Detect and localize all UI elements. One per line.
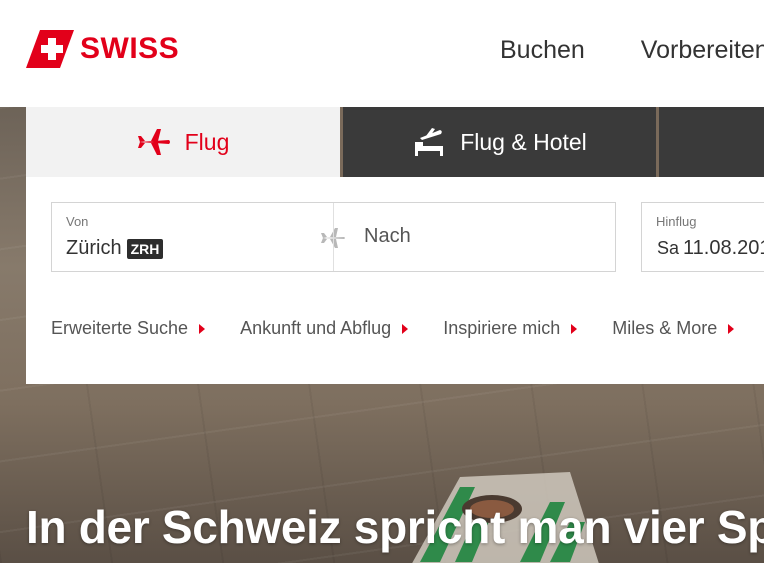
swiss-flag-icon	[26, 30, 74, 68]
caret-right-icon	[402, 323, 409, 334]
link-inspiriere-mich[interactable]: Inspiriere mich	[443, 318, 578, 339]
link-ankunft-abflug[interactable]: Ankunft und Abflug	[240, 318, 409, 339]
to-placeholder: Nach	[364, 225, 411, 247]
swiss-logo[interactable]: SWISS	[26, 30, 179, 68]
tab-flug-hotel[interactable]: Flug & Hotel	[340, 107, 656, 177]
from-code-badge: ZRH	[126, 238, 164, 259]
departure-day: Sa	[657, 238, 680, 258]
booking-tabs: Flug Flug & Hotel	[26, 107, 764, 177]
main-nav: Buchen Vorbereiten	[500, 36, 764, 65]
tab-flug-hotel-label: Flug & Hotel	[460, 128, 587, 155]
from-field[interactable]: Von Zürich ZRH	[52, 203, 333, 271]
booking-panel: Flug Flug & Hotel Von Zürich ZRH Nach Hi…	[26, 107, 764, 384]
site-header: SWISS Buchen Vorbereiten	[0, 0, 764, 107]
route-field-box: Von Zürich ZRH Nach	[51, 202, 616, 272]
caret-right-icon	[571, 323, 578, 334]
departure-date-field[interactable]: Hinflug Sa11.08.2018	[641, 202, 764, 272]
from-city: Zürich	[66, 237, 122, 259]
from-label: Von	[66, 214, 89, 229]
tab-flug[interactable]: Flug	[26, 107, 340, 177]
from-value: Zürich ZRH	[66, 237, 164, 260]
nav-item-vorbereiten[interactable]: Vorbereiten	[641, 36, 764, 65]
link-label: Inspiriere mich	[443, 318, 561, 338]
nav-item-buchen[interactable]: Buchen	[500, 36, 585, 65]
caret-right-icon	[728, 323, 735, 334]
search-links: Erweiterte Suche Ankunft und Abflug Insp…	[51, 318, 764, 339]
departure-value: Sa11.08.2018	[657, 237, 764, 260]
link-label: Erweiterte Suche	[51, 318, 189, 338]
brand-name: SWISS	[80, 32, 180, 65]
link-miles-more[interactable]: Miles & More	[612, 318, 735, 339]
airplane-icon	[137, 129, 170, 155]
to-field[interactable]: Nach	[333, 203, 615, 271]
caret-right-icon	[199, 323, 206, 334]
search-form: Von Zürich ZRH Nach Hinflug Sa11.08.2018	[26, 177, 764, 384]
hero-title: In der Schweiz spricht man vier Sprachen	[26, 501, 764, 553]
departure-date: 11.08.2018	[683, 237, 764, 259]
link-label: Ankunft und Abflug	[240, 318, 392, 338]
tab-more[interactable]	[656, 107, 764, 177]
departure-label: Hinflug	[656, 214, 697, 229]
flight-hotel-icon	[415, 128, 444, 156]
tab-flug-label: Flug	[184, 128, 230, 155]
link-erweiterte-suche[interactable]: Erweiterte Suche	[51, 318, 206, 339]
link-label: Miles & More	[612, 318, 718, 338]
